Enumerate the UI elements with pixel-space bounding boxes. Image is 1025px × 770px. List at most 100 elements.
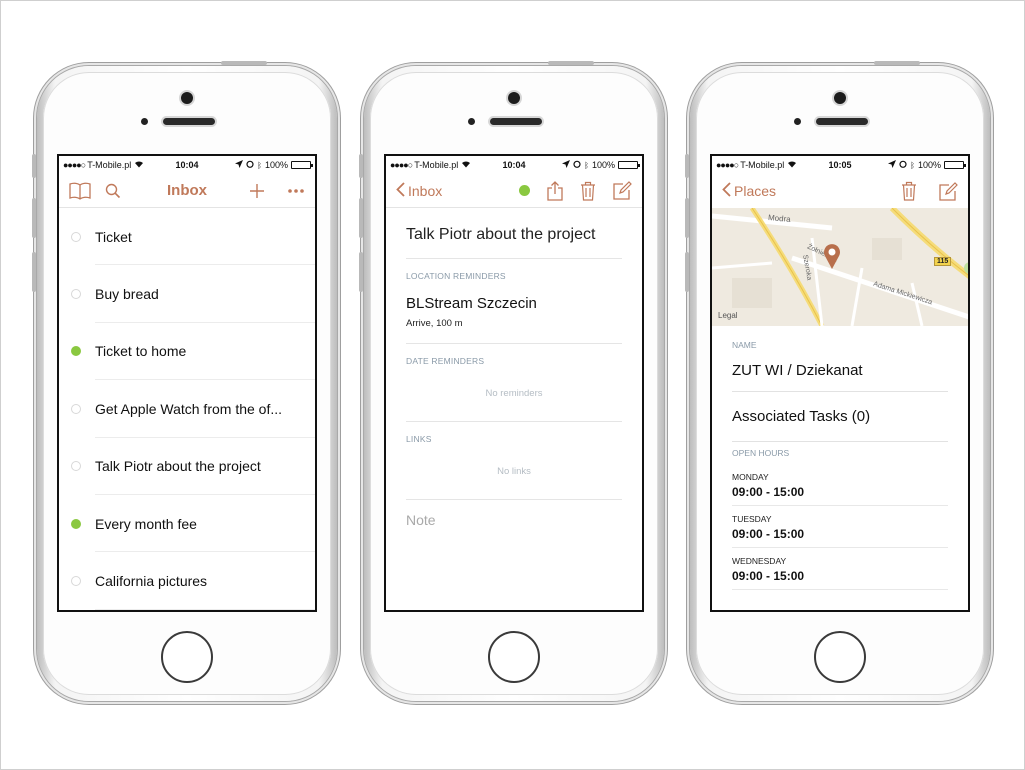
task-row[interactable]: Every month fee bbox=[59, 495, 315, 553]
back-button[interactable]: Places bbox=[722, 182, 776, 200]
phone-place-detail: ●●●●○ T-Mobile.pl 10:05 ᛒ 100% Places Mo… bbox=[685, 61, 990, 701]
volume-up-button bbox=[359, 198, 363, 238]
compose-icon[interactable] bbox=[613, 181, 632, 200]
associated-tasks[interactable]: Associated Tasks (0) bbox=[732, 392, 948, 442]
status-bar: ●●●●○ T-Mobile.pl 10:04 ᛒ 100% bbox=[386, 156, 642, 174]
task-label: California pictures bbox=[95, 573, 208, 590]
map-view[interactable]: Modra Szeroka Żołnierska Adama Mickiewic… bbox=[712, 208, 968, 326]
front-camera bbox=[508, 92, 520, 104]
more-icon[interactable] bbox=[287, 188, 305, 194]
alarm-icon bbox=[573, 160, 581, 170]
status-dot[interactable] bbox=[71, 231, 81, 242]
status-dot[interactable] bbox=[71, 403, 81, 414]
status-dot[interactable] bbox=[71, 289, 81, 300]
day-name: MONDAY bbox=[732, 472, 769, 482]
note-field[interactable]: Note bbox=[406, 500, 622, 528]
battery-percent: 100% bbox=[917, 160, 941, 170]
search-icon[interactable] bbox=[105, 183, 121, 199]
task-row[interactable]: Ticket to home bbox=[59, 323, 315, 381]
status-bar: ●●●●○ T-Mobile.pl 10:05 ᛒ 100% bbox=[712, 156, 968, 174]
day-row[interactable]: TUESDAY 09:00 - 15:00 bbox=[732, 506, 948, 548]
status-dot-green[interactable] bbox=[519, 185, 530, 196]
back-button[interactable]: Inbox bbox=[396, 181, 442, 200]
task-label: Ticket to home bbox=[95, 343, 187, 360]
home-button[interactable] bbox=[488, 631, 540, 683]
section-header: OPEN HOURS bbox=[732, 448, 790, 458]
screen: ●●●●○ T-Mobile.pl 10:04 ᛒ 100% bbox=[384, 154, 644, 612]
book-icon[interactable] bbox=[69, 182, 91, 200]
task-row[interactable]: Talk Piotr about the project bbox=[59, 438, 315, 496]
chevron-left-icon bbox=[722, 182, 731, 200]
carrier-name: T-Mobile.pl bbox=[414, 160, 459, 170]
power-button bbox=[874, 61, 920, 65]
bluetooth-icon: ᛒ bbox=[584, 160, 589, 170]
volume-down-button bbox=[685, 252, 689, 292]
day-hours: 09:00 - 15:00 bbox=[732, 569, 805, 583]
task-row[interactable]: Ticket bbox=[59, 208, 315, 266]
screen: ●●●●○ T-Mobile.pl 10:04 ᛒ 100% bbox=[57, 154, 317, 612]
mute-switch bbox=[359, 154, 363, 178]
day-row[interactable]: WEDNESDAY 09:00 - 15:00 bbox=[732, 548, 948, 590]
location-arrow-icon bbox=[888, 160, 897, 170]
carrier-name: T-Mobile.pl bbox=[87, 160, 132, 170]
home-button[interactable] bbox=[814, 631, 866, 683]
day-hours: 09:00 - 15:00 bbox=[732, 485, 805, 499]
status-dot[interactable] bbox=[71, 576, 81, 587]
signal-strength: ●●●●○ bbox=[716, 160, 739, 170]
bluetooth-icon: ᛒ bbox=[257, 160, 262, 170]
task-label: Ticket bbox=[95, 228, 132, 245]
screen: ●●●●○ T-Mobile.pl 10:05 ᛒ 100% Places Mo… bbox=[710, 154, 970, 612]
wifi-icon bbox=[134, 160, 144, 170]
status-dot[interactable] bbox=[71, 346, 81, 357]
task-detail: Talk Piotr about the project LOCATION RE… bbox=[386, 208, 642, 528]
alarm-icon bbox=[246, 160, 254, 170]
alarm-icon bbox=[899, 160, 907, 170]
battery-icon bbox=[944, 161, 966, 169]
back-label: Places bbox=[734, 183, 777, 199]
earpiece-speaker bbox=[490, 118, 542, 125]
task-label: Every month fee bbox=[95, 515, 197, 532]
battery-percent: 100% bbox=[264, 160, 288, 170]
task-row[interactable]: California pictures bbox=[59, 552, 315, 610]
day-row[interactable]: MONDAY 09:00 - 15:00 bbox=[732, 464, 948, 506]
task-row[interactable]: Get Apple Watch from the of... bbox=[59, 380, 315, 438]
volume-down-button bbox=[359, 252, 363, 292]
earpiece-speaker bbox=[163, 118, 215, 125]
empty-state[interactable]: No links bbox=[406, 466, 622, 477]
add-icon[interactable] bbox=[249, 183, 265, 199]
section-header: DATE REMINDERS bbox=[406, 356, 485, 366]
power-button bbox=[221, 61, 267, 65]
empty-state[interactable]: No reminders bbox=[406, 388, 622, 399]
section-header: LINKS bbox=[406, 434, 432, 444]
place-name[interactable]: ZUT WI / Dziekanat bbox=[732, 350, 948, 392]
share-icon[interactable] bbox=[547, 180, 563, 201]
street-label: Modra bbox=[767, 213, 792, 224]
trash-icon[interactable] bbox=[901, 181, 917, 201]
volume-up-button bbox=[32, 198, 36, 238]
mute-switch bbox=[32, 154, 36, 178]
map-legal-link[interactable]: Legal bbox=[718, 311, 738, 320]
nav-bar: Places bbox=[712, 174, 968, 208]
home-button[interactable] bbox=[161, 631, 213, 683]
task-row[interactable]: Buy bread bbox=[59, 265, 315, 324]
volume-down-button bbox=[32, 252, 36, 292]
place-detail: NAME ZUT WI / Dziekanat Associated Tasks… bbox=[712, 340, 968, 590]
status-dot[interactable] bbox=[71, 518, 81, 529]
section-header: NAME bbox=[732, 340, 757, 350]
compose-icon[interactable] bbox=[939, 181, 958, 201]
clock: 10:05 bbox=[828, 160, 852, 170]
status-bar: ●●●●○ T-Mobile.pl 10:04 ᛒ 100% bbox=[59, 156, 315, 174]
trash-icon[interactable] bbox=[580, 181, 596, 201]
day-hours: 09:00 - 15:00 bbox=[732, 527, 805, 541]
proximity-sensor bbox=[468, 118, 475, 125]
task-title[interactable]: Talk Piotr about the project bbox=[406, 208, 622, 259]
wifi-icon bbox=[461, 160, 471, 170]
location-reminders-section: LOCATION REMINDERS BLStream Szczecin Arr… bbox=[406, 259, 622, 344]
power-button bbox=[548, 61, 594, 65]
location-name[interactable]: BLStream Szczecin bbox=[406, 295, 622, 312]
task-label: Buy bread bbox=[95, 286, 159, 303]
status-dot[interactable] bbox=[71, 461, 81, 472]
task-label: Get Apple Watch from the of... bbox=[95, 400, 283, 417]
signal-strength: ●●●●○ bbox=[390, 160, 413, 170]
day-name: WEDNESDAY bbox=[732, 556, 787, 566]
